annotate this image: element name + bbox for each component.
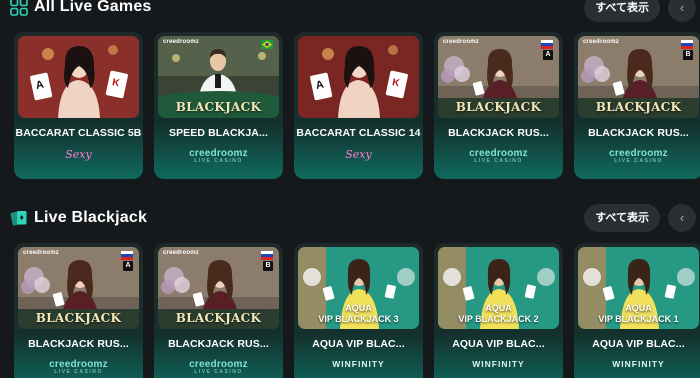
aqua-logo-line1: AQUA xyxy=(625,303,652,313)
page: All Live Games すべて表示 ‹ A K BACCARAT CLAS… xyxy=(0,0,700,378)
russia-flag-icon xyxy=(121,251,133,260)
game-title: AQUA VIP BLAC... xyxy=(452,338,545,350)
russia-flag-icon xyxy=(261,251,273,260)
table-badge: A xyxy=(123,261,133,271)
game-card[interactable]: AQUA VIP BLACKJACK 3 AQUA VIP BLAC... WIN… xyxy=(294,243,423,378)
blackjack-logo: BLACKJACK xyxy=(455,100,542,114)
game-thumbnail: creedroomz B BLACKJACK xyxy=(578,36,699,118)
see-all-button[interactable]: すべて表示 xyxy=(584,204,660,232)
provider-logo: Sexy xyxy=(294,148,423,161)
brazil-flag-icon xyxy=(261,40,273,49)
russia-flag-icon xyxy=(681,40,693,49)
section-header-live-blackjack: Live Blackjack すべて表示 ‹ xyxy=(0,203,700,233)
game-card[interactable]: A K BACCARAT CLASSIC 5B Sexy xyxy=(14,32,143,179)
blackjack-logo: BLACKJACK xyxy=(175,311,262,325)
provider-name: Sexy xyxy=(345,148,372,161)
thumb-brand-label: creedroomz xyxy=(163,250,200,256)
scroll-left-button[interactable]: ‹ xyxy=(668,204,696,232)
aqua-logo-line1: AQUA xyxy=(485,303,512,313)
game-thumbnail: AQUA VIP BLACKJACK 1 xyxy=(578,247,699,329)
table-badge: B xyxy=(263,261,273,271)
provider-logo: creedroomz LIVE CASINO xyxy=(14,359,143,375)
blackjack-logo: BLACKJACK xyxy=(35,311,122,325)
game-card[interactable]: creedroomz A BLACKJACK BLACKJACK RUS... cr… xyxy=(434,32,563,179)
blackjack-logo: BLACKJACK xyxy=(175,100,262,114)
provider-logo: WINFINITY xyxy=(294,359,423,369)
game-thumbnail: creedroomz BLACKJACK xyxy=(158,36,279,118)
scroll-left-button[interactable]: ‹ xyxy=(668,0,696,22)
thumb-brand-label: creedroomz xyxy=(583,39,620,45)
game-thumbnail: A K xyxy=(18,36,139,118)
provider-subtitle: LIVE CASINO xyxy=(614,158,663,164)
provider-logo: Sexy xyxy=(14,148,143,161)
section-title: All Live Games xyxy=(34,0,152,15)
cards-icon xyxy=(10,209,28,227)
game-title: BLACKJACK RUS... xyxy=(588,127,689,139)
game-thumbnail: AQUA VIP BLACKJACK 3 xyxy=(298,247,419,329)
section-title: Live Blackjack xyxy=(34,209,148,226)
provider-logo: creedroomz LIVE CASINO xyxy=(434,148,563,164)
provider-subtitle: LIVE CASINO xyxy=(194,158,243,164)
thumb-brand-label: creedroomz xyxy=(163,39,200,45)
provider-name: WINFINITY xyxy=(472,359,525,369)
game-card[interactable]: AQUA VIP BLACKJACK 1 AQUA VIP BLAC... WIN… xyxy=(574,243,700,378)
thumb-brand-label: creedroomz xyxy=(443,39,480,45)
provider-subtitle: LIVE CASINO xyxy=(474,158,523,164)
aqua-logo-line1: AQUA xyxy=(345,303,372,313)
game-thumbnail: creedroomz B BLACKJACK xyxy=(158,247,279,329)
game-title: BACCARAT CLASSIC 14 xyxy=(296,127,421,139)
game-thumbnail: creedroomz A BLACKJACK xyxy=(438,36,559,118)
game-thumbnail: A K xyxy=(298,36,419,118)
provider-name: Sexy xyxy=(65,148,92,161)
game-title: BLACKJACK RUS... xyxy=(28,338,129,350)
game-card[interactable]: creedroomz B BLACKJACK BLACKJACK RUS... cr… xyxy=(574,32,700,179)
blackjack-logo: BLACKJACK xyxy=(595,100,682,114)
game-card[interactable]: creedroomz BLACKJACK SPEED BLACKJA... cre… xyxy=(154,32,283,179)
game-title: SPEED BLACKJA... xyxy=(168,127,269,139)
game-title: BLACKJACK RUS... xyxy=(448,127,549,139)
game-card[interactable]: creedroomz B BLACKJACK BLACKJACK RUS... cr… xyxy=(154,243,283,378)
provider-logo: creedroomz LIVE CASINO xyxy=(154,359,283,375)
see-all-button[interactable]: すべて表示 xyxy=(584,0,660,22)
provider-subtitle: LIVE CASINO xyxy=(194,369,243,375)
aqua-logo-line2: VIP BLACKJACK 2 xyxy=(458,314,539,324)
provider-subtitle: LIVE CASINO xyxy=(54,369,103,375)
russia-flag-icon xyxy=(541,40,553,49)
provider-logo: WINFINITY xyxy=(574,359,700,369)
game-title: BLACKJACK RUS... xyxy=(168,338,269,350)
table-badge: A xyxy=(543,50,553,60)
provider-logo: creedroomz LIVE CASINO xyxy=(154,148,283,164)
game-title: AQUA VIP BLAC... xyxy=(312,338,405,350)
provider-name: WINFINITY xyxy=(332,359,385,369)
provider-name: WINFINITY xyxy=(612,359,665,369)
provider-logo: creedroomz LIVE CASINO xyxy=(574,148,700,164)
thumb-brand-label: creedroomz xyxy=(23,250,60,256)
game-card[interactable]: creedroomz A BLACKJACK BLACKJACK RUS... cr… xyxy=(14,243,143,378)
table-badge: B xyxy=(683,50,693,60)
aqua-logo-line2: VIP BLACKJACK 1 xyxy=(598,314,679,324)
provider-logo: WINFINITY xyxy=(434,359,563,369)
game-thumbnail: AQUA VIP BLACKJACK 2 xyxy=(438,247,559,329)
game-card[interactable]: AQUA VIP BLACKJACK 2 AQUA VIP BLAC... WIN… xyxy=(434,243,563,378)
grid-icon xyxy=(10,0,28,16)
game-card[interactable]: A K BACCARAT CLASSIC 14 Sexy xyxy=(294,32,423,179)
section-header-all-live-games: All Live Games すべて表示 ‹ xyxy=(0,0,700,22)
game-thumbnail: creedroomz A BLACKJACK xyxy=(18,247,139,329)
game-title: AQUA VIP BLAC... xyxy=(592,338,685,350)
game-title: BACCARAT CLASSIC 5B xyxy=(15,127,142,139)
aqua-logo-line2: VIP BLACKJACK 3 xyxy=(318,314,399,324)
